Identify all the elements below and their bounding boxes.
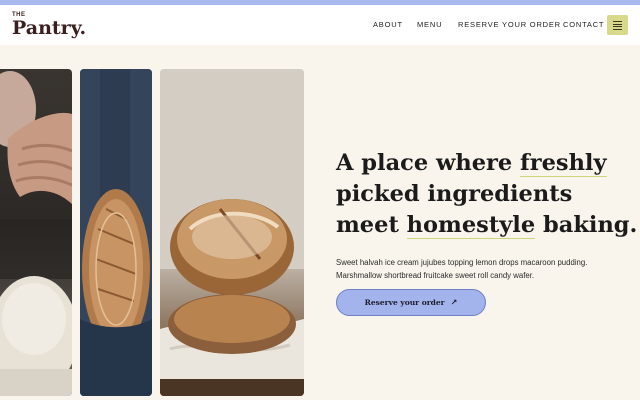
stacked-sourdough-loaves-photo [160,69,304,396]
nav-link-reserve[interactable]: RESERVE YOUR ORDER [458,20,561,29]
description-line: Marshmallow shortbread fruitcake sweet r… [336,271,535,280]
headline-line-1: A place where freshly [336,148,636,179]
headline-text: baking. [535,212,638,238]
hands-kneading-dough-photo [0,69,72,396]
nav-link-about[interactable]: ABOUT [373,20,403,29]
logo-name-text: Pantry. [12,17,87,39]
site-header: THE Pantry. ABOUT MENU RESERVE YOUR ORDE… [0,5,640,45]
hamburger-line [613,23,622,25]
hamburger-line [613,21,622,22]
arrow-up-right-icon: ↗ [450,298,458,307]
headline-text: picked ingredients [336,181,573,207]
headline-highlight-freshly: freshly [520,150,607,177]
person-holding-bread-loaf-photo [80,69,152,396]
nav-link-menu[interactable]: MENU [417,20,442,29]
headline-text: meet [336,212,407,238]
hamburger-menu-icon[interactable] [607,15,628,35]
hero-description: Sweet halvah ice cream jujubes topping l… [336,256,632,282]
loaf-photo-art [80,69,152,396]
headline-highlight-homestyle: homestyle [406,212,536,239]
headline-line-2: picked ingredients [336,179,636,210]
nav-link-contact[interactable]: CONTACT [563,20,604,29]
headline-line-3: meet homestyle baking. [336,210,638,241]
hamburger-line [613,28,622,30]
dough-photo-art [0,71,72,396]
reserve-order-button[interactable]: Reserve your order ↗ [336,289,486,316]
headline-text: A place where [336,150,521,176]
description-line: Sweet halvah ice cream jujubes topping l… [336,258,588,267]
stacked-loaves-photo-art [160,69,304,396]
reserve-order-button-label: Reserve your order [364,298,445,307]
hamburger-line [613,26,622,27]
hero-headline: A place where freshly picked ingredients… [336,148,638,241]
